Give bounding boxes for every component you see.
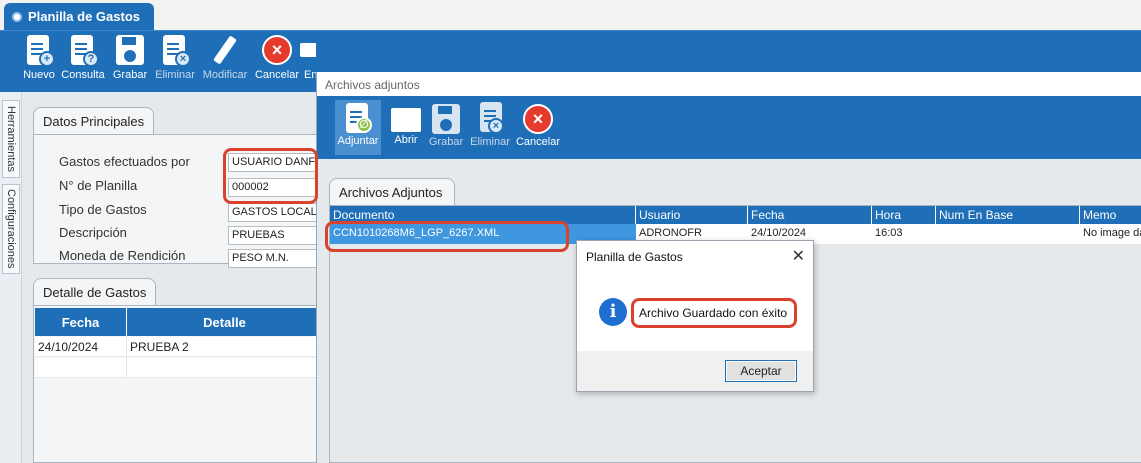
dialog-message: Archivo Guardado con éxito <box>639 306 788 320</box>
attach-icon: ∅ <box>356 117 372 133</box>
moneda-field[interactable]: PESO M.N. <box>228 249 322 268</box>
descripcion-field[interactable]: PRUEBAS <box>228 226 322 245</box>
attach-delete-button[interactable]: × Eliminar <box>467 102 513 148</box>
column-header-memo[interactable]: Memo <box>1080 206 1141 224</box>
tab-datos-principales-label: Datos Principales <box>43 114 145 129</box>
cancel-button[interactable]: × Cancelar <box>252 35 302 81</box>
app-tab[interactable]: Planilla de Gastos <box>4 3 154 30</box>
field-label-gastos-por: Gastos efectuados por <box>59 154 190 169</box>
column-header-fecha[interactable]: Fecha <box>748 206 872 224</box>
attachment-cell-memo[interactable]: No image da <box>1080 224 1141 244</box>
attachments-window-title: Archivos adjuntos <box>317 72 1141 96</box>
app-icon <box>12 11 22 22</box>
gastos-por-field[interactable]: USUARIO DANFIC <box>228 153 322 172</box>
send-mail-icon <box>300 43 316 57</box>
confirmation-dialog: Planilla de Gastos ✕ i Archivo Guardado … <box>576 240 814 392</box>
edit-icon <box>213 35 237 65</box>
save-icon <box>432 104 460 134</box>
attach-cancel-button[interactable]: × Cancelar <box>515 102 561 148</box>
query-button[interactable]: ? Consulta <box>58 35 108 81</box>
dialog-title: Planilla de Gastos <box>586 250 683 264</box>
cancel-icon: × <box>262 35 292 65</box>
side-tab-tools-label: Herramientas <box>5 105 17 173</box>
field-label-tipo-gastos: Tipo de Gastos <box>59 202 147 217</box>
attach-cancel-button-label: Cancelar <box>515 136 561 148</box>
cancel-button-label: Cancelar <box>254 69 300 81</box>
attach-save-button[interactable]: Grabar <box>423 102 469 148</box>
attachment-cell-hora[interactable]: 16:03 <box>872 224 936 244</box>
send-mail-button-label: En <box>304 69 316 81</box>
numero-planilla-field[interactable]: 000002 <box>228 178 322 197</box>
close-icon[interactable]: ✕ <box>792 246 805 266</box>
new-document-icon: + <box>39 51 55 67</box>
tipo-gastos-field[interactable]: GASTOS LOCALES <box>228 203 322 222</box>
cancel-icon: × <box>523 104 553 134</box>
column-header-detalle-label: Detalle <box>203 314 246 330</box>
side-tab-config-label: Configuraciones <box>5 189 17 269</box>
attach-delete-button-label: Eliminar <box>470 136 510 148</box>
attach-button-label: Adjuntar <box>337 135 379 147</box>
folder-open-icon <box>391 108 421 132</box>
column-header-detalle[interactable]: Detalle <box>127 308 323 336</box>
app-tab-title: Planilla de Gastos <box>28 9 140 24</box>
table-cell-fecha[interactable]: 24/10/2024 <box>35 337 127 357</box>
info-icon: i <box>599 298 627 326</box>
column-header-usuario[interactable]: Usuario <box>636 206 748 224</box>
side-tab-tools[interactable]: Herramientas <box>2 100 20 178</box>
field-label-numero-planilla: N° de Planilla <box>59 178 138 193</box>
query-button-label: Consulta <box>61 69 105 81</box>
side-tab-config[interactable]: Configuraciones <box>2 184 20 274</box>
query-document-icon: ? <box>83 51 99 67</box>
column-header-documento[interactable]: Documento <box>330 206 636 224</box>
column-header-fecha[interactable]: Fecha <box>35 308 127 336</box>
delete-button-label: Eliminar <box>155 69 195 81</box>
attach-button[interactable]: ∅ Adjuntar <box>335 100 381 155</box>
column-header-fecha-label: Fecha <box>61 314 100 330</box>
tab-detalle-gastos-label: Detalle de Gastos <box>43 285 147 300</box>
edit-button-label: Modificar <box>202 69 248 81</box>
side-tabs: Herramientas Configuraciones <box>0 92 22 463</box>
new-button-label: Nuevo <box>23 69 55 81</box>
table-cell-empty[interactable] <box>35 358 127 378</box>
table-cell-empty[interactable] <box>127 358 323 378</box>
tab-archivos-adjuntos[interactable]: Archivos Adjuntos <box>329 178 455 206</box>
send-mail-button[interactable]: En <box>296 35 316 81</box>
tab-archivos-adjuntos-label: Archivos Adjuntos <box>339 185 443 200</box>
app-tabbar: Planilla de Gastos <box>0 0 1141 30</box>
save-button[interactable]: Grabar <box>105 35 155 81</box>
field-label-moneda: Moneda de Rendición <box>59 248 186 263</box>
attach-save-button-label: Grabar <box>428 136 464 148</box>
delete-document-icon: × <box>175 51 191 67</box>
save-icon <box>116 35 144 65</box>
field-label-descripcion: Descripción <box>59 225 127 240</box>
accept-button[interactable]: Aceptar <box>725 360 797 382</box>
delete-document-icon: × <box>488 118 504 134</box>
save-button-label: Grabar <box>112 69 148 81</box>
tab-datos-principales[interactable]: Datos Principales <box>33 107 155 135</box>
attachments-toolbar: ∅ Adjuntar Abrir Grabar × Eliminar × Can… <box>317 96 1141 159</box>
tab-detalle-gastos[interactable]: Detalle de Gastos <box>33 278 157 306</box>
dialog-footer: Aceptar <box>577 351 813 391</box>
edit-button[interactable]: Modificar <box>200 35 250 81</box>
new-button[interactable]: + Nuevo <box>14 35 64 81</box>
column-header-num-en-base[interactable]: Num En Base <box>936 206 1080 224</box>
attachment-cell-num-en-base[interactable] <box>936 224 1080 244</box>
column-header-hora[interactable]: Hora <box>872 206 936 224</box>
delete-button[interactable]: × Eliminar <box>150 35 200 81</box>
table-cell-detalle[interactable]: PRUEBA 2 <box>127 337 323 357</box>
main-area: Datos Principales Gastos efectuados por … <box>22 92 323 463</box>
